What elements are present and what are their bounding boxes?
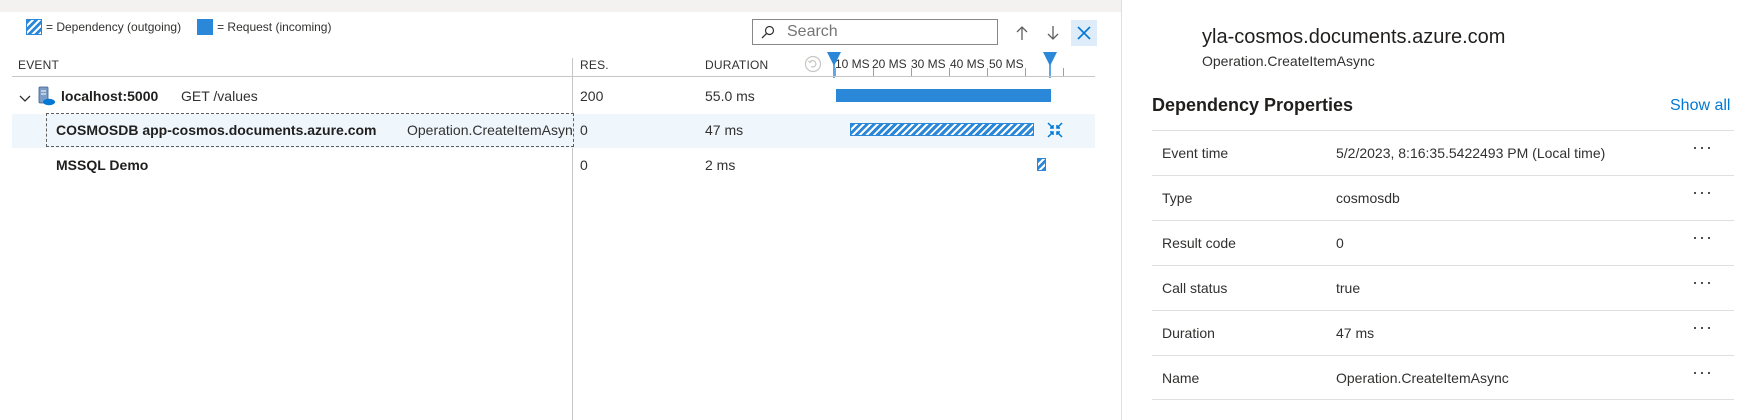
property-value: 5/2/2023, 8:16:35.5422493 PM (Local time… [1336,145,1606,161]
row-result: 200 [580,88,604,104]
more-options-icon[interactable]: ··· [1692,227,1713,248]
more-options-icon[interactable]: ··· [1692,182,1713,203]
timeline-end-handle[interactable] [1043,52,1057,83]
timeline-tick-3: 30 MS [911,57,946,71]
previous-button[interactable] [1009,20,1035,46]
show-all-link[interactable]: Show all [1670,97,1730,115]
row-duration: 47 ms [705,122,744,138]
legend-request-label: = Request (incoming) [217,20,332,34]
row-event-name: MSSQL Demo [56,157,149,173]
property-key: Event time [1162,145,1229,161]
request-swatch-icon [197,19,214,35]
column-header-result[interactable]: RES. [580,58,609,72]
row-event-name: COSMOSDB app-cosmos.documents.azure.com [56,122,377,138]
close-button[interactable] [1071,20,1097,46]
reset-zoom-icon[interactable] [804,55,822,78]
property-value: cosmosdb [1336,190,1400,206]
top-strip [0,0,1121,12]
search-icon [761,25,775,39]
property-value: true [1336,280,1361,296]
close-icon [1077,26,1091,40]
column-header-event[interactable]: EVENT [18,58,59,72]
property-row: Type cosmosdb ··· [1152,175,1734,220]
dependency-timeline-bar[interactable] [850,123,1034,136]
collapse-chevron-icon[interactable] [19,90,31,108]
details-subtitle: Operation.CreateItemAsync [1202,53,1375,69]
more-options-icon[interactable]: ··· [1692,317,1713,338]
timeline-tick-5: 50 MS [989,57,1024,71]
search-input[interactable] [787,23,977,41]
next-button[interactable] [1040,20,1066,46]
row-duration: 2 ms [705,157,736,173]
property-key: Name [1162,370,1200,386]
more-options-icon[interactable]: ··· [1692,137,1713,158]
property-key: Call status [1162,280,1228,296]
property-row: Event time 5/2/2023, 8:16:35.5422493 PM … [1152,130,1734,175]
panel-divider[interactable] [1121,0,1122,420]
dependency-swatch-icon [26,19,42,35]
legend: = Dependency (outgoing) = Request (incom… [26,19,331,35]
property-value: 0 [1336,235,1344,251]
property-row: Call status true ··· [1152,265,1734,310]
header-divider [12,76,1095,77]
row-result: 0 [580,157,588,173]
timeline-tick-4: 40 MS [950,57,985,71]
property-value: 47 ms [1336,325,1375,341]
property-row: Name Operation.CreateItemAsync ··· [1152,355,1734,400]
row-duration: 55.0 ms [705,88,755,104]
arrow-down-icon [1047,26,1059,40]
column-header-duration[interactable]: DURATION [705,58,768,72]
legend-dependency-label: = Dependency (outgoing) [46,20,182,34]
more-options-icon[interactable]: ··· [1692,272,1713,293]
timeline-tick-2: 20 MS [872,57,907,71]
row-event-detail: GET /values [181,88,258,104]
request-timeline-bar[interactable] [836,89,1051,102]
property-row: Result code 0 ··· [1152,220,1734,265]
arrow-up-icon [1016,26,1028,40]
property-key: Type [1162,190,1193,206]
details-title: yla-cosmos.documents.azure.com [1202,26,1506,48]
property-value: Operation.CreateItemAsync [1336,370,1509,386]
row-result: 0 [580,122,588,138]
row-event-detail: Operation.CreateItemAsync [407,122,573,138]
row-event-name: localhost:5000 [61,88,159,104]
server-icon [36,86,56,111]
table-row[interactable] [12,148,1095,182]
section-title: Dependency Properties [1152,95,1354,115]
property-row: Duration 47 ms ··· [1152,310,1734,355]
property-key: Duration [1162,325,1215,341]
search-box[interactable] [752,19,998,45]
timeline-start-handle[interactable] [827,52,841,83]
collapse-view-icon[interactable] [1047,122,1063,143]
more-options-icon[interactable]: ··· [1692,362,1713,383]
dependency-timeline-bar[interactable] [1037,158,1046,171]
property-key: Result code [1162,235,1236,251]
